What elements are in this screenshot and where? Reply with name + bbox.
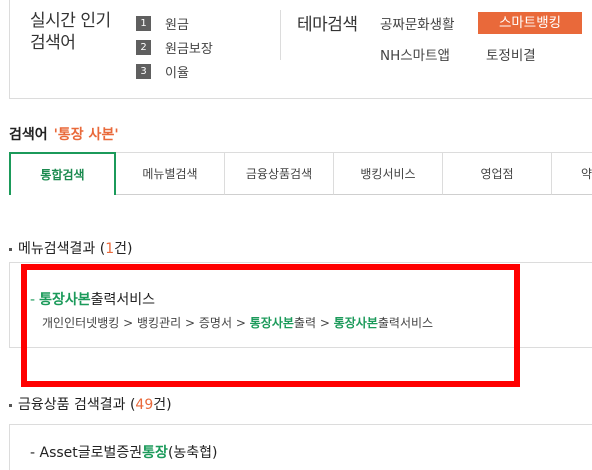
popular-search-panel: 실시간 인기 검색어 1 원금 2 원금보장 3 이율 테마검색 공짜문화생활 … [9,0,592,99]
popular-item[interactable]: 1 원금 [136,11,213,35]
theme-link-tojeong[interactable]: 토정비결 [486,44,536,64]
tab-branch[interactable]: 영업점 [443,152,552,195]
crumb: 증명서 [198,316,233,330]
search-keyword-label: 검색어 [9,127,48,143]
rank-badge: 1 [136,15,151,31]
tab-terms[interactable]: 약 [552,152,592,195]
theme-link-nh-smart-app[interactable]: NH스마트앱 [380,44,450,64]
popular-item[interactable]: 3 이율 [136,59,213,83]
popular-item[interactable]: 2 원금보장 [136,35,213,59]
search-tabs: 통합검색 메뉴별검색 금융상품검색 뱅킹서비스 영업점 약 [9,152,592,195]
crumb-separator: > [185,316,196,330]
popular-word[interactable]: 원금 [165,14,189,33]
popular-search-list: 1 원금 2 원금보장 3 이율 [136,11,213,83]
popular-word[interactable]: 이율 [165,62,189,81]
vertical-divider [280,10,281,60]
popular-search-title: 실시간 인기 검색어 [30,11,111,53]
tab-product-search[interactable]: 금융상품검색 [225,152,334,195]
bullet-icon [9,403,12,407]
menu-result-box: - 통장사본출력서비스 개인인터넷뱅킹 > 뱅킹관리 > 증명서 > 통장사본출력… [9,262,592,348]
menu-result-count: 1 [105,241,115,257]
tab-banking-service[interactable]: 뱅킹서비스 [334,152,443,195]
search-keyword: '통장 사본' [53,127,119,143]
product-result-heading: 금융상품 검색결과 (49건) [9,394,172,414]
theme-link-free-culture[interactable]: 공짜문화생활 [380,13,455,33]
product-result-link[interactable]: - Asset글로벌증권통장(농축협) [30,442,218,462]
theme-button-smart-banking[interactable]: 스마트뱅킹 [478,12,582,34]
crumb-separator: > [319,316,330,330]
popular-word[interactable]: 원금보장 [165,38,213,57]
rank-badge: 3 [136,63,151,79]
product-result-count: 49 [135,397,154,413]
theme-search-title: 테마검색 [297,15,358,35]
product-result-box: - Asset글로벌증권통장(농축협) [9,424,592,470]
crumb: 통장사본출력 [249,316,316,330]
crumb: 개인인터넷뱅킹 [42,316,120,330]
menu-result-breadcrumb: 개인인터넷뱅킹 > 뱅킹관리 > 증명서 > 통장사본출력 > 통장사본출력서비… [42,314,433,331]
search-keyword-line: 검색어 '통장 사본' [9,124,119,144]
crumb: 통장사본출력서비스 [333,316,434,330]
crumb-separator: > [235,316,246,330]
tab-menu-search[interactable]: 메뉴별검색 [116,152,225,195]
menu-result-link[interactable]: - 통장사본출력서비스 [30,289,155,309]
crumb-separator: > [123,316,134,330]
tab-integrated-search[interactable]: 통합검색 [9,152,116,195]
menu-result-heading: 메뉴검색결과 (1건) [9,238,132,258]
bullet-icon [9,247,12,251]
crumb: 뱅킹관리 [137,316,182,330]
rank-badge: 2 [136,39,151,55]
